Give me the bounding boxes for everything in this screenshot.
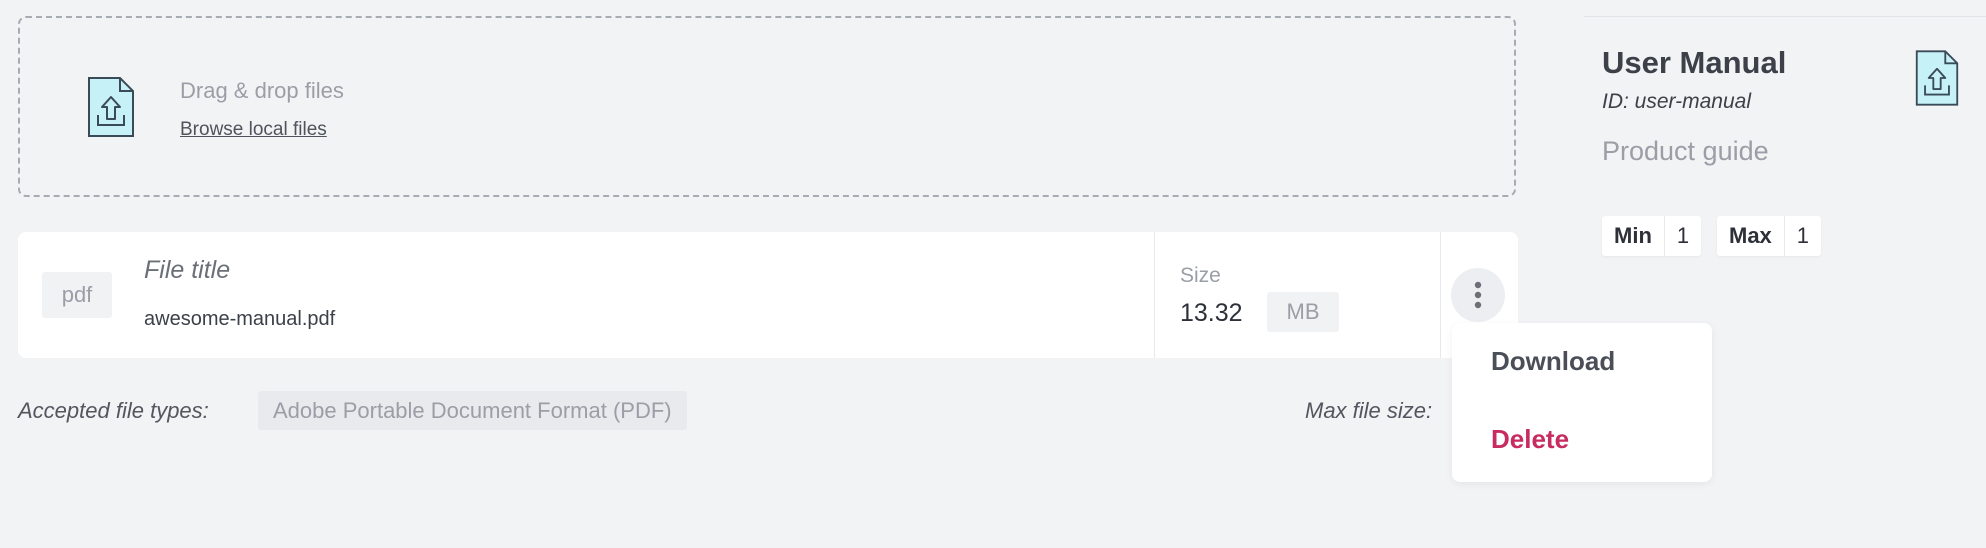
browse-local-files-link[interactable]: Browse local files bbox=[180, 119, 327, 141]
file-name: awesome-manual.pdf bbox=[144, 308, 336, 330]
file-upload-icon bbox=[88, 77, 134, 137]
accepted-file-type-chip: Adobe Portable Document Format (PDF) bbox=[258, 391, 687, 430]
field-description: Product guide bbox=[1602, 136, 1769, 166]
divider bbox=[1440, 232, 1441, 358]
min-count-badge: Min 1 bbox=[1602, 216, 1702, 256]
file-upload-icon bbox=[1915, 50, 1959, 106]
max-label: Max bbox=[1717, 216, 1785, 256]
file-title-field[interactable]: File title bbox=[144, 256, 230, 285]
max-value: 1 bbox=[1796, 223, 1810, 248]
dropzone-title: Drag & drop files bbox=[180, 78, 344, 103]
size-label: Size bbox=[1180, 264, 1221, 287]
divider bbox=[1584, 16, 1986, 17]
file-actions-menu: Download Delete bbox=[1452, 323, 1712, 482]
menu-item-download[interactable]: Download bbox=[1491, 346, 1615, 377]
more-options-button[interactable] bbox=[1451, 268, 1505, 322]
min-value: 1 bbox=[1676, 223, 1690, 248]
size-value: 13.32 bbox=[1180, 299, 1243, 327]
divider bbox=[1154, 232, 1155, 358]
file-dropzone[interactable]: Drag & drop files Browse local files bbox=[18, 16, 1516, 197]
field-title: User Manual bbox=[1602, 45, 1787, 80]
more-vertical-icon bbox=[1474, 281, 1482, 309]
max-count-badge: Max 1 bbox=[1717, 216, 1822, 256]
accepted-file-types-label: Accepted file types: bbox=[18, 398, 209, 423]
max-file-size-label: Max file size: bbox=[1305, 398, 1433, 423]
file-extension-badge: pdf bbox=[42, 272, 112, 318]
size-unit-badge: MB bbox=[1267, 292, 1339, 332]
file-card: pdf File title awesome-manual.pdf Size 1… bbox=[18, 232, 1518, 358]
field-id: ID: user-manual bbox=[1602, 90, 1752, 113]
min-label: Min bbox=[1602, 216, 1665, 256]
menu-item-delete[interactable]: Delete bbox=[1491, 424, 1569, 455]
